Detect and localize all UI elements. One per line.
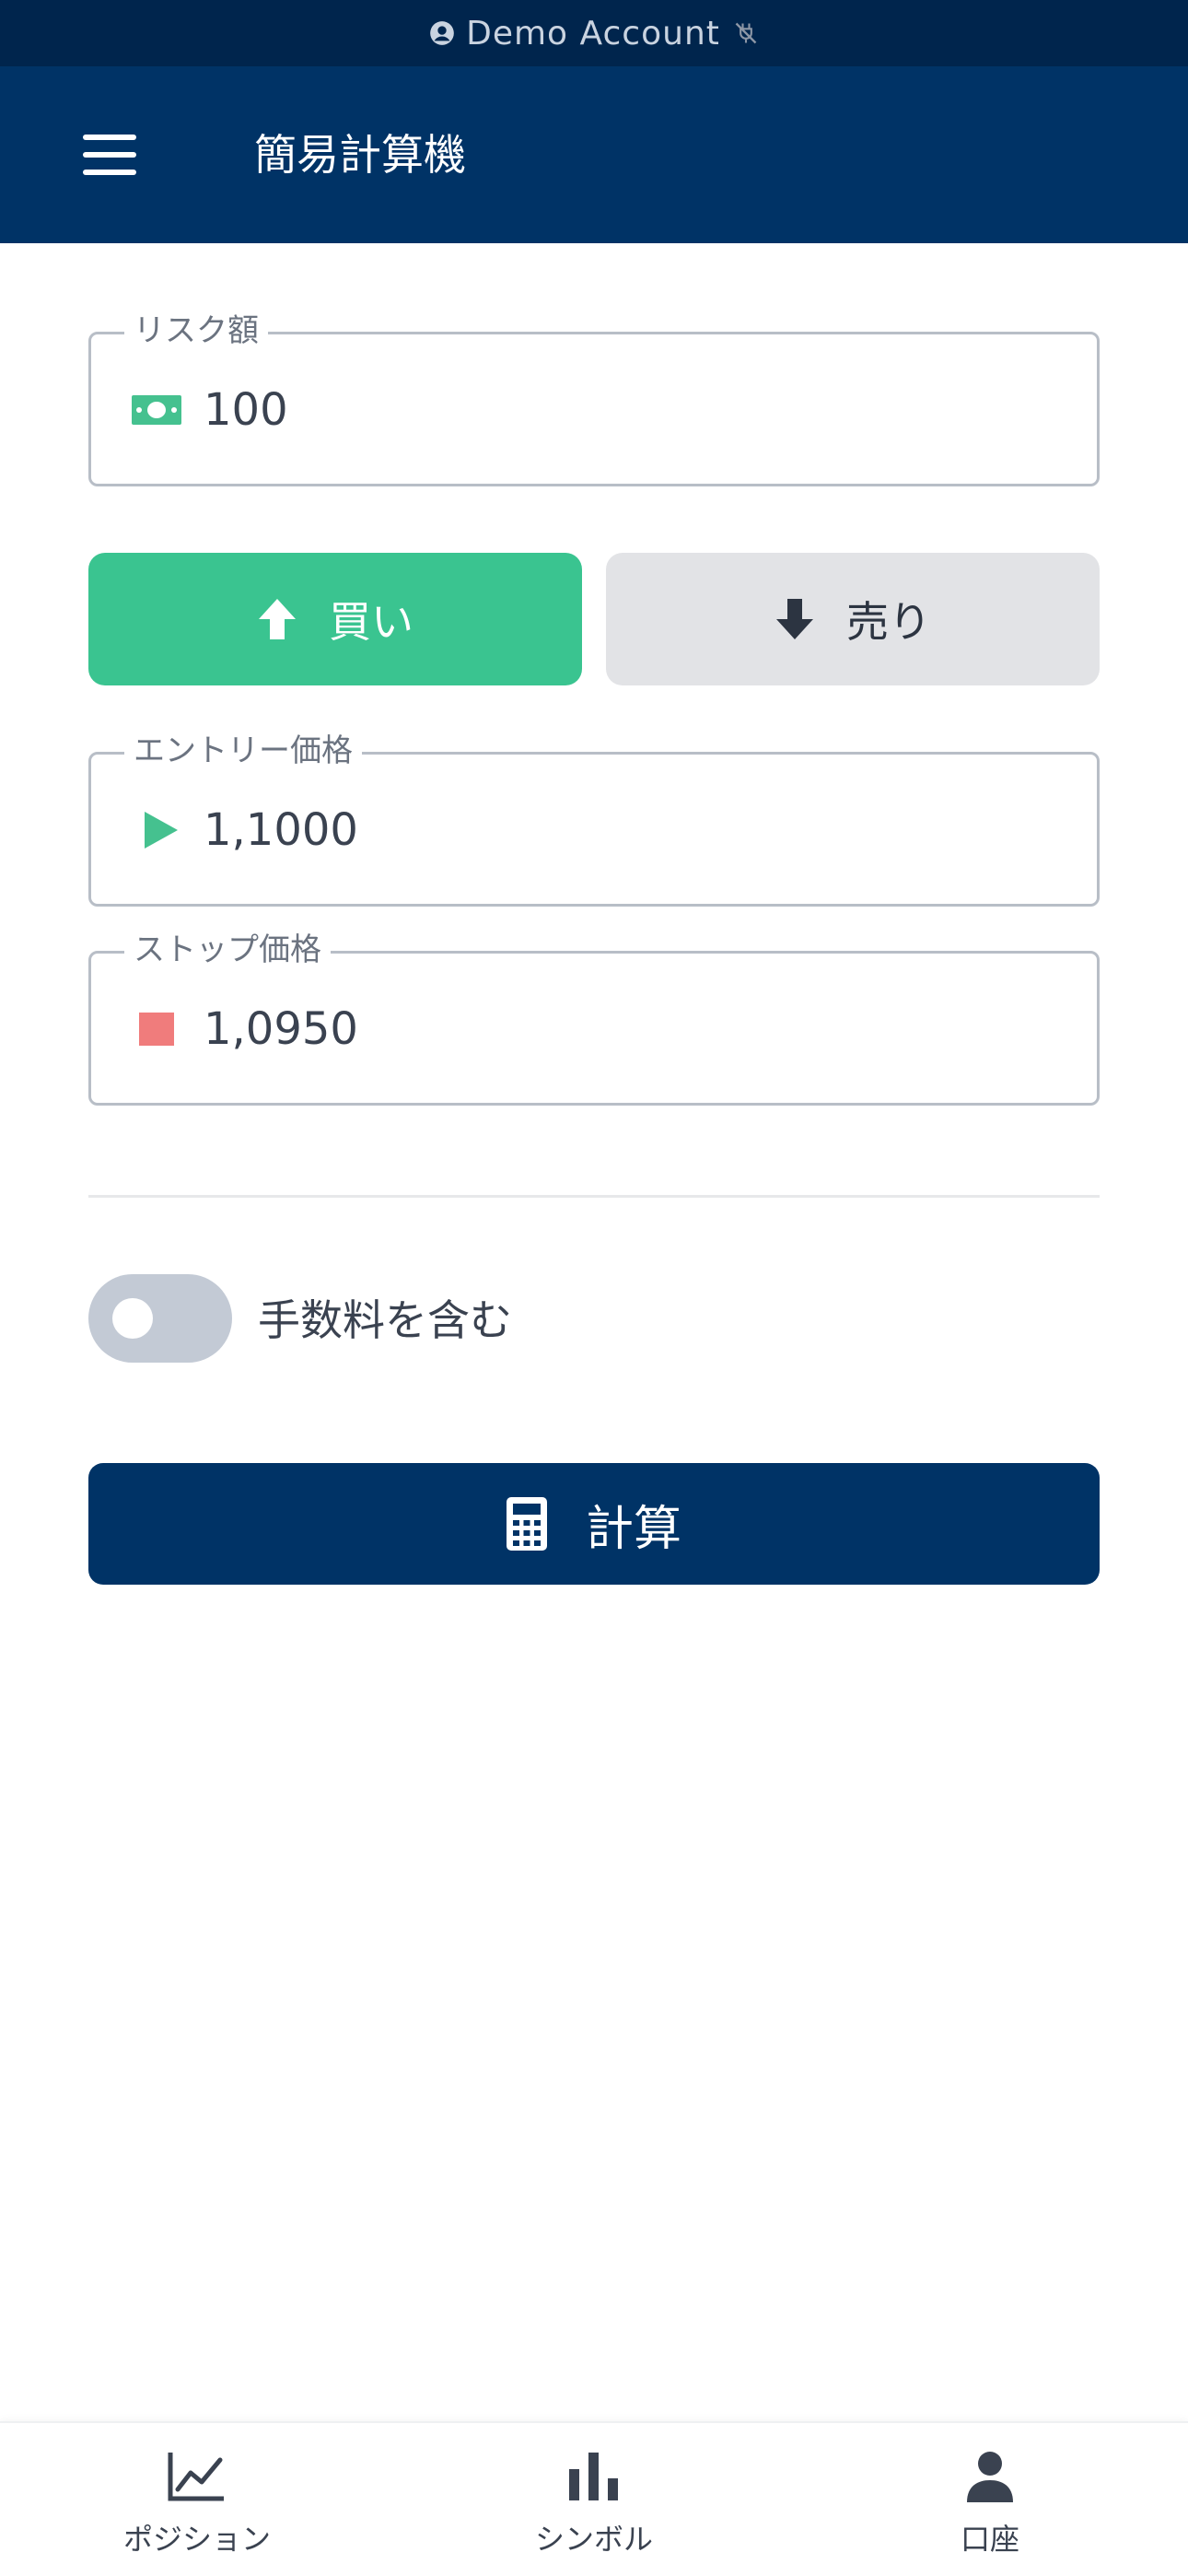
stop-price-label: ストップ価格 bbox=[124, 930, 331, 970]
entry-price-value: 1,1000 bbox=[204, 804, 358, 856]
user-icon bbox=[967, 2452, 1013, 2502]
include-fees-label: 手数料を含む bbox=[258, 1295, 512, 1345]
demo-account-bar: Demo Account bbox=[0, 0, 1188, 66]
section-divider bbox=[88, 1195, 1100, 1198]
page-title: 簡易計算機 bbox=[254, 130, 466, 180]
sell-button[interactable]: 売り bbox=[606, 553, 1100, 685]
disconnected-icon bbox=[735, 22, 757, 44]
play-icon bbox=[145, 812, 178, 849]
risk-amount-label: リスク額 bbox=[124, 310, 268, 351]
entry-price-field[interactable]: エントリー価格 1,1000 bbox=[88, 731, 1100, 907]
calculator-screen: Demo Account 簡易計算機 リスク額 100 買い 売り エントリー価… bbox=[0, 0, 1188, 2576]
calculator-icon bbox=[506, 1497, 547, 1551]
stop-square-icon bbox=[139, 1013, 174, 1046]
line-chart-icon bbox=[168, 2453, 224, 2501]
app-header: 簡易計算機 bbox=[0, 66, 1188, 243]
nav-positions[interactable]: ポジション bbox=[59, 2423, 335, 2576]
calculate-button[interactable]: 計算 bbox=[88, 1463, 1100, 1585]
stop-price-field[interactable]: ストップ価格 1,0950 bbox=[88, 930, 1100, 1106]
demo-account-label: Demo Account bbox=[466, 14, 720, 53]
nav-account[interactable]: 口座 bbox=[852, 2423, 1128, 2576]
hamburger-menu-icon[interactable] bbox=[83, 135, 136, 175]
entry-price-label: エントリー価格 bbox=[124, 731, 362, 771]
stop-price-value: 1,0950 bbox=[204, 1003, 358, 1055]
sell-label: 売り bbox=[846, 597, 931, 647]
buy-button[interactable]: 買い bbox=[88, 553, 582, 685]
toggle-knob bbox=[112, 1298, 153, 1339]
account-circle-icon bbox=[430, 21, 454, 45]
bar-chart-icon bbox=[569, 2453, 618, 2500]
buy-label: 買い bbox=[329, 597, 413, 647]
nav-symbols-label: シンボル bbox=[534, 2522, 653, 2557]
money-icon bbox=[132, 395, 181, 425]
nav-positions-label: ポジション bbox=[122, 2522, 271, 2557]
arrow-up-icon bbox=[259, 599, 296, 639]
nav-account-label: 口座 bbox=[960, 2522, 1019, 2557]
nav-symbols[interactable]: シンボル bbox=[456, 2423, 732, 2576]
risk-amount-value: 100 bbox=[204, 384, 288, 436]
calculate-label: 計算 bbox=[585, 1501, 681, 1557]
arrow-down-icon bbox=[776, 599, 813, 639]
bottom-navigation: ポジション シンボル 口座 bbox=[0, 2421, 1188, 2576]
risk-amount-field[interactable]: リスク額 100 bbox=[88, 310, 1100, 486]
include-fees-toggle[interactable] bbox=[88, 1274, 232, 1363]
